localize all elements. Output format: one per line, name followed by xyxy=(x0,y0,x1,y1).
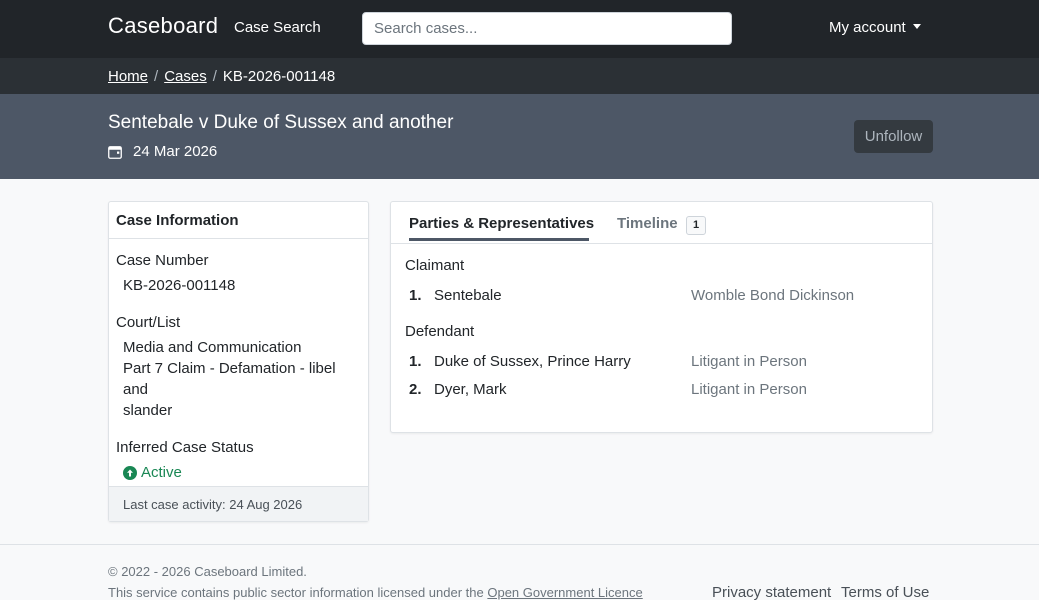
active-tab-indicator xyxy=(409,238,589,241)
party-name: Dyer, Mark xyxy=(434,381,507,398)
status-text: Active xyxy=(141,464,182,481)
nav-case-search[interactable]: Case Search xyxy=(234,19,321,36)
court-list-line-2: Part 7 Claim - Defamation - libel and xyxy=(123,360,336,398)
party-representative: Litigant in Person xyxy=(691,381,807,398)
search-input[interactable] xyxy=(362,12,732,45)
defendant-heading: Defendant xyxy=(405,323,475,340)
tab-timeline[interactable]: Timeline xyxy=(617,215,678,232)
privacy-statement-link[interactable]: Privacy statement xyxy=(712,584,831,600)
licence-text: This service contains public sector info… xyxy=(108,585,643,600)
my-account-label: My account xyxy=(829,19,906,36)
case-date-text: 24 Mar 2026 xyxy=(133,143,218,160)
party-representative: Litigant in Person xyxy=(691,353,807,370)
parties-card: Parties & Representatives Timeline 1 Cla… xyxy=(390,201,933,433)
open-government-licence-link[interactable]: Open Government Licence xyxy=(487,585,642,600)
case-date: 24 Mar 2026 xyxy=(108,143,217,160)
case-information-heading: Case Information xyxy=(109,202,368,239)
page-footer: © 2022 - 2026 Caseboard Limited. This se… xyxy=(0,544,1039,600)
case-number-label: Case Number xyxy=(116,252,209,269)
breadcrumb-separator: / xyxy=(154,68,159,85)
terms-of-use-link[interactable]: Terms of Use xyxy=(841,584,929,600)
top-navbar: Caseboard Case Search My account xyxy=(0,0,1039,58)
inferred-status-label: Inferred Case Status xyxy=(116,439,254,456)
licence-prefix: This service contains public sector info… xyxy=(108,585,488,600)
tab-bar: Parties & Representatives Timeline 1 xyxy=(391,202,932,244)
breadcrumb-home[interactable]: Home xyxy=(108,68,148,85)
calendar-icon xyxy=(108,145,122,159)
court-list-line-3: slander xyxy=(123,402,173,419)
party-representative: Womble Bond Dickinson xyxy=(691,287,855,304)
breadcrumb-cases[interactable]: Cases xyxy=(164,68,207,85)
court-list-line-1: Media and Communication xyxy=(123,339,302,356)
breadcrumb-current: KB-2026-001148 xyxy=(222,68,336,85)
case-header: Sentebale v Duke of Sussex and another 2… xyxy=(0,94,1039,179)
breadcrumb-bar: Home / Cases / KB-2026-001148 xyxy=(0,58,1039,94)
timeline-count-badge: 1 xyxy=(686,216,706,235)
case-title: Sentebale v Duke of Sussex and another xyxy=(108,112,454,133)
case-information-body: Case Number KB-2026-001148 Court/List Me… xyxy=(109,252,368,481)
last-activity: Last case activity: 24 Aug 2026 xyxy=(109,486,368,521)
party-number: 2. xyxy=(409,381,422,398)
breadcrumb: Home / Cases / KB-2026-001148 xyxy=(108,68,335,85)
case-information-card: Case Information Case Number KB-2026-001… xyxy=(108,201,369,522)
party-number: 1. xyxy=(409,287,422,304)
status-badge: Active xyxy=(116,464,361,481)
party-name: Sentebale xyxy=(434,287,502,304)
court-list-label: Court/List xyxy=(116,314,181,331)
case-number-value: KB-2026-001148 xyxy=(123,277,236,294)
tab-parties-representatives[interactable]: Parties & Representatives xyxy=(409,215,594,232)
my-account-dropdown[interactable]: My account xyxy=(829,19,921,36)
claimant-heading: Claimant xyxy=(405,257,465,274)
arrow-up-circle-icon xyxy=(123,465,137,480)
party-number: 1. xyxy=(409,353,422,370)
breadcrumb-separator: / xyxy=(212,68,217,85)
unfollow-button[interactable]: Unfollow xyxy=(854,120,933,153)
caret-down-icon xyxy=(912,24,921,29)
brand-logo[interactable]: Caseboard xyxy=(108,13,218,39)
party-name: Duke of Sussex, Prince Harry xyxy=(434,353,631,370)
copyright-text: © 2022 - 2026 Caseboard Limited. xyxy=(108,564,307,579)
